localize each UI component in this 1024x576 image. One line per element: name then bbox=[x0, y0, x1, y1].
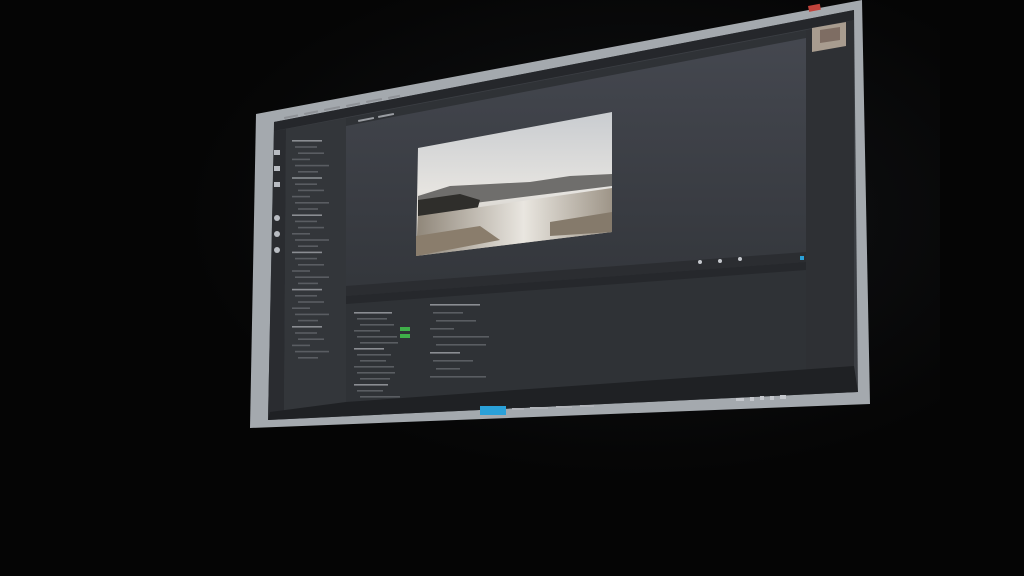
property-row[interactable] bbox=[433, 336, 489, 338]
tree-row[interactable] bbox=[298, 319, 318, 322]
status-icon-3[interactable] bbox=[760, 396, 764, 400]
status-icon-4[interactable] bbox=[770, 396, 774, 400]
tree-row[interactable] bbox=[295, 295, 317, 297]
tree-row[interactable] bbox=[298, 357, 318, 359]
tool-icon-6[interactable] bbox=[274, 247, 280, 253]
layer-row[interactable] bbox=[357, 354, 391, 356]
tree-row[interactable] bbox=[295, 350, 329, 353]
layer-row[interactable] bbox=[360, 360, 386, 362]
tree-row[interactable] bbox=[295, 202, 329, 204]
layer-row[interactable] bbox=[354, 312, 392, 314]
layer-row[interactable] bbox=[357, 372, 395, 374]
layer-row[interactable] bbox=[357, 318, 387, 320]
tree-row[interactable] bbox=[295, 276, 329, 278]
tree-row[interactable] bbox=[295, 183, 317, 185]
tree-row[interactable] bbox=[295, 332, 317, 334]
tree-row[interactable] bbox=[292, 307, 310, 309]
tree-row[interactable] bbox=[295, 239, 329, 241]
tree-row[interactable] bbox=[292, 344, 310, 347]
layer-row[interactable] bbox=[357, 336, 397, 338]
property-row[interactable] bbox=[433, 312, 463, 314]
tool-icon-5[interactable] bbox=[274, 231, 280, 237]
tool-icon-2[interactable] bbox=[274, 166, 280, 171]
layer-row[interactable] bbox=[354, 384, 388, 386]
tree-row[interactable] bbox=[295, 164, 329, 167]
projected-screen bbox=[250, 0, 874, 432]
property-row[interactable] bbox=[436, 368, 460, 370]
right-strip bbox=[806, 20, 854, 380]
property-row[interactable] bbox=[436, 344, 486, 346]
tree-panel bbox=[284, 118, 346, 418]
tree-row[interactable] bbox=[292, 140, 322, 142]
tool-icon-3[interactable] bbox=[274, 182, 280, 187]
tree-row[interactable] bbox=[298, 282, 318, 285]
fullscreen-icon[interactable] bbox=[738, 257, 742, 261]
property-row[interactable] bbox=[436, 320, 476, 322]
status-icon-2[interactable] bbox=[750, 397, 754, 401]
tree-row[interactable] bbox=[298, 152, 324, 154]
tree-row[interactable] bbox=[292, 326, 322, 328]
screen-svg bbox=[250, 0, 870, 428]
tree-row[interactable] bbox=[298, 226, 324, 229]
tool-icon-4[interactable] bbox=[274, 215, 280, 221]
layer-row[interactable] bbox=[354, 366, 394, 368]
layer-row[interactable] bbox=[354, 330, 380, 332]
green-badge-1 bbox=[400, 327, 410, 331]
tree-row[interactable] bbox=[298, 189, 324, 192]
tree-row[interactable] bbox=[292, 158, 310, 161]
tree-row[interactable] bbox=[292, 251, 322, 254]
tree-row[interactable] bbox=[295, 257, 317, 260]
tree-row[interactable] bbox=[298, 264, 324, 266]
tree-row[interactable] bbox=[298, 171, 318, 173]
layer-row[interactable] bbox=[354, 348, 384, 350]
property-row[interactable] bbox=[430, 304, 480, 306]
property-row[interactable] bbox=[430, 352, 460, 354]
property-row[interactable] bbox=[430, 328, 454, 330]
tree-row[interactable] bbox=[295, 313, 329, 316]
viewport-accent-dot bbox=[800, 256, 804, 260]
settings-icon[interactable] bbox=[718, 259, 722, 263]
tree-row[interactable] bbox=[292, 214, 322, 216]
layer-row[interactable] bbox=[357, 390, 383, 392]
tree-row[interactable] bbox=[292, 288, 322, 291]
layer-row[interactable] bbox=[360, 324, 394, 326]
tree-row[interactable] bbox=[292, 270, 310, 272]
tree-row[interactable] bbox=[295, 220, 317, 223]
tree-row[interactable] bbox=[292, 195, 310, 198]
status-icon-5[interactable] bbox=[780, 395, 786, 399]
layer-row[interactable] bbox=[360, 378, 390, 380]
tree-row[interactable] bbox=[292, 233, 310, 235]
play-icon[interactable] bbox=[698, 260, 702, 264]
tree-row[interactable] bbox=[298, 338, 324, 340]
status-icon-1[interactable] bbox=[736, 398, 744, 401]
tree-row[interactable] bbox=[295, 146, 317, 148]
bottom-tab-active[interactable] bbox=[480, 406, 506, 415]
tree-row[interactable] bbox=[298, 245, 318, 247]
bottom-tab-4[interactable] bbox=[556, 406, 572, 408]
layer-row[interactable] bbox=[360, 342, 398, 344]
green-badge-2 bbox=[400, 334, 410, 338]
tree-row[interactable] bbox=[292, 177, 322, 179]
property-row[interactable] bbox=[430, 376, 486, 378]
tool-icon-1[interactable] bbox=[274, 150, 280, 155]
tree-row[interactable] bbox=[298, 301, 324, 303]
property-row[interactable] bbox=[433, 360, 473, 362]
bottom-tab-5[interactable] bbox=[580, 405, 594, 407]
bottom-tab-2[interactable] bbox=[512, 408, 524, 410]
tree-row[interactable] bbox=[298, 208, 318, 210]
bottom-tab-3[interactable] bbox=[530, 407, 548, 409]
layer-row[interactable] bbox=[360, 396, 400, 398]
